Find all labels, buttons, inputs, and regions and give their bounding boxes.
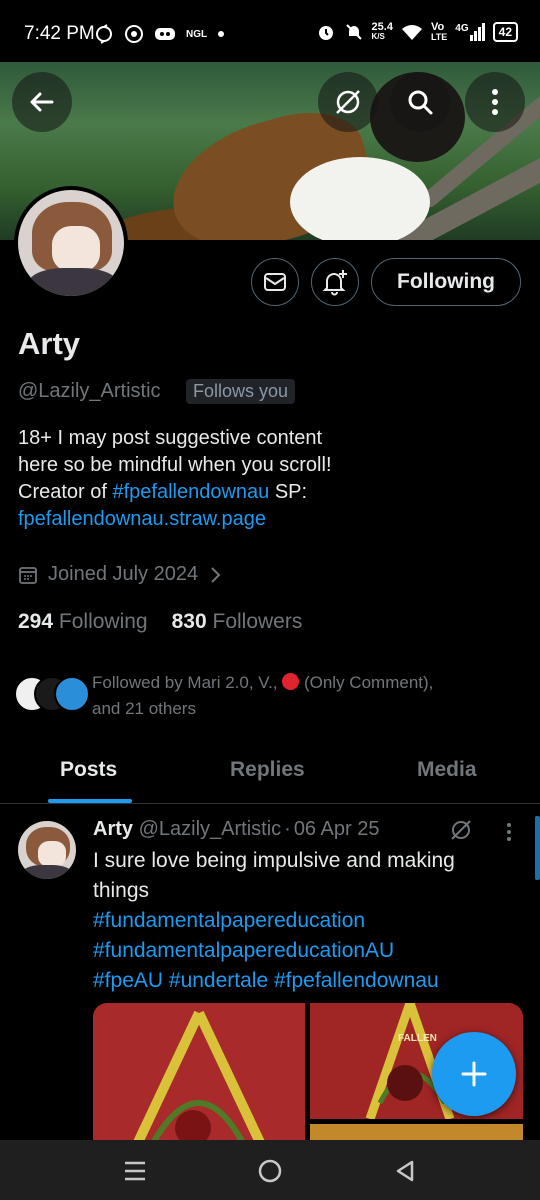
post-hashtag[interactable]: #fpeAU bbox=[93, 969, 163, 992]
post-author-handle: @Lazily_Artistic bbox=[138, 818, 282, 840]
following-count-link[interactable]: 294 Following bbox=[18, 610, 148, 634]
recents-button[interactable] bbox=[120, 1156, 150, 1186]
grok-post-icon[interactable] bbox=[449, 818, 473, 842]
signal-icon: 4G bbox=[455, 23, 485, 41]
post-text: I sure love being impulsive and making t… bbox=[93, 849, 455, 992]
followers-count-link[interactable]: 830 Followers bbox=[172, 610, 303, 634]
followed-by-text: Followed by Mari 2.0, V., (Only Comment)… bbox=[92, 673, 434, 718]
volte-label: Vo LTE bbox=[430, 21, 448, 43]
follows-you-badge: Follows you bbox=[186, 379, 296, 404]
mail-icon bbox=[264, 273, 286, 291]
post-author-avatar[interactable] bbox=[18, 821, 76, 879]
alarm-icon bbox=[318, 26, 333, 40]
back-nav-button[interactable] bbox=[390, 1156, 420, 1186]
tab-posts[interactable]: Posts bbox=[60, 758, 117, 782]
status-bar: 7:42 PM NGL 25.4 K/S Vo LTE 4G 42 bbox=[0, 0, 540, 62]
home-circle-icon bbox=[258, 1159, 282, 1183]
tab-media[interactable]: Media bbox=[417, 758, 477, 782]
back-triangle-icon bbox=[396, 1160, 414, 1182]
tab-replies[interactable]: Replies bbox=[230, 758, 305, 782]
home-button[interactable] bbox=[255, 1156, 285, 1186]
message-button[interactable] bbox=[251, 258, 299, 306]
post-hashtag[interactable]: #fundamentalpapereducationAU bbox=[93, 939, 394, 962]
back-button[interactable] bbox=[12, 72, 72, 132]
post-hashtag[interactable]: #fundamentalpapereducation bbox=[93, 909, 365, 932]
grok-button[interactable] bbox=[318, 72, 378, 132]
calendar-icon bbox=[19, 566, 37, 584]
post-more-icon[interactable] bbox=[506, 822, 512, 842]
media-caption: FALLEN bbox=[398, 1033, 437, 1044]
grok-icon bbox=[336, 90, 360, 114]
red-circle-icon bbox=[282, 673, 300, 690]
post-date: 06 Apr 25 bbox=[293, 818, 380, 840]
mutual-avatars bbox=[14, 676, 90, 714]
post-hashtag[interactable]: #fpefallendownau bbox=[274, 969, 439, 992]
search-icon bbox=[408, 90, 433, 115]
search-button[interactable] bbox=[390, 72, 450, 132]
discord-icon bbox=[155, 28, 175, 40]
joined-date[interactable]: Joined July 2024 bbox=[18, 563, 222, 586]
follow-counts: 294 Following 830 Followers bbox=[18, 610, 302, 634]
mute-bell-icon bbox=[345, 24, 362, 40]
profile-bio: 18+ I may post suggestive content here s… bbox=[18, 427, 332, 530]
bio-hashtag-link[interactable]: #fpefallendownau bbox=[112, 481, 269, 503]
plus-icon bbox=[461, 1061, 487, 1087]
status-time: 7:42 PM bbox=[24, 23, 95, 44]
bell-plus-icon bbox=[322, 270, 347, 296]
system-icons: 25.4 K/S Vo LTE 4G 42 bbox=[316, 22, 518, 42]
mutual-avatar bbox=[54, 676, 90, 712]
scrollbar[interactable] bbox=[535, 816, 540, 880]
chevron-right-icon bbox=[211, 566, 221, 583]
wifi-icon bbox=[401, 25, 422, 40]
sync-icon bbox=[96, 24, 112, 44]
compose-post-button[interactable] bbox=[432, 1032, 516, 1116]
notify-button[interactable] bbox=[311, 258, 359, 306]
dot-icon bbox=[218, 31, 225, 37]
post-author-name[interactable]: Arty bbox=[93, 818, 133, 840]
post-media-image[interactable] bbox=[93, 1003, 305, 1153]
ngl-icon: NGL bbox=[186, 28, 208, 40]
artwork-shape bbox=[128, 1010, 270, 1153]
whatsapp-icon bbox=[125, 25, 143, 43]
profile-name: Arty bbox=[18, 326, 81, 361]
menu-lines-icon bbox=[125, 1161, 145, 1181]
profile-tabs: Posts Replies Media bbox=[0, 740, 540, 804]
system-nav-bar bbox=[0, 1140, 540, 1200]
profile-handle: @Lazily_Artistic bbox=[18, 380, 161, 402]
notification-icons: NGL bbox=[94, 24, 225, 44]
profile-avatar[interactable] bbox=[14, 186, 128, 300]
back-arrow-icon bbox=[30, 92, 54, 112]
active-tab-indicator bbox=[48, 799, 132, 803]
more-options-button[interactable] bbox=[465, 72, 525, 132]
more-vertical-icon bbox=[492, 89, 498, 115]
bio-website-link[interactable]: fpefallendownau.straw.page bbox=[18, 508, 266, 530]
net-speed: 25.4 K/S bbox=[371, 21, 393, 42]
battery-icon: 42 bbox=[492, 22, 518, 42]
post-header: Arty @Lazily_Artistic · 06 Apr 25 bbox=[93, 818, 380, 840]
post-hashtag[interactable]: #undertale bbox=[169, 969, 268, 992]
following-button[interactable]: Following bbox=[371, 258, 521, 306]
